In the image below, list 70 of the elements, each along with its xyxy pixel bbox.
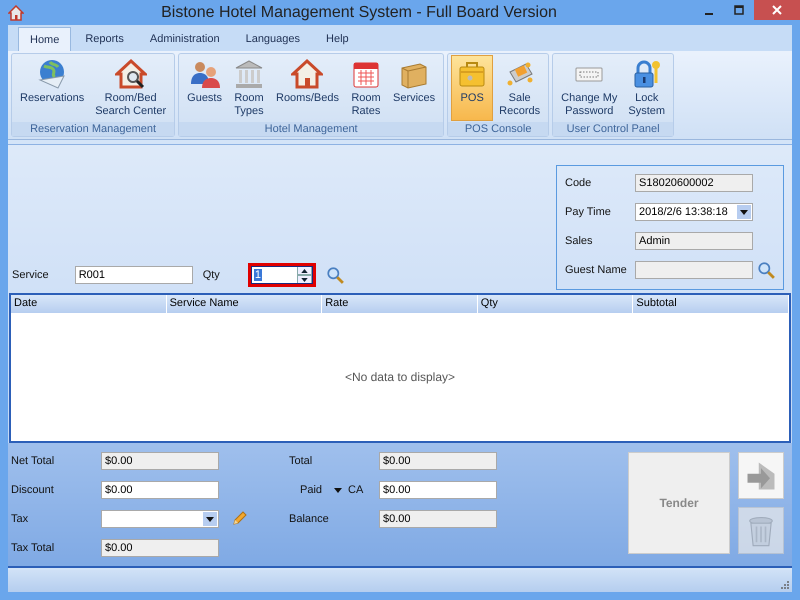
readonly-field: $0.00 [379, 510, 497, 528]
payment-method-dropdown[interactable]: Paid CA [289, 484, 379, 496]
dropdown-arrow-icon [334, 488, 342, 492]
menu-tab[interactable]: Languages [234, 27, 312, 51]
readonly-field: $0.00 [379, 452, 497, 470]
pencil-icon[interactable] [231, 511, 247, 527]
tax-dropdown[interactable] [101, 510, 219, 528]
field-label: Balance [289, 513, 330, 525]
field-label: Sales [565, 235, 594, 247]
column-header[interactable]: Rate [322, 295, 478, 313]
empty-message: <No data to display> [344, 370, 456, 384]
column-header[interactable]: Date [11, 295, 167, 313]
service-field[interactable]: R001 [74, 266, 193, 284]
search-icon[interactable] [757, 261, 775, 279]
menu-tab[interactable]: Help [314, 27, 361, 51]
quantity-spinner[interactable]: 1 [248, 263, 316, 287]
ribbon-button[interactable]: POS [451, 55, 494, 121]
close-button[interactable] [754, 0, 800, 20]
ribbon-button[interactable]: Room Rates [344, 55, 387, 121]
ribbon-group-label: Reservation Management [12, 122, 174, 136]
column-header[interactable]: Service Name [166, 295, 322, 313]
field-label: Discount [11, 484, 55, 496]
dropdown-arrow-icon [206, 516, 214, 522]
ribbon-button[interactable]: Change My Password [556, 55, 622, 121]
field-label: Pay Time [565, 206, 612, 218]
field-label: Guest Name [565, 264, 628, 276]
ribbon-button[interactable]: Reservations [15, 55, 90, 121]
house-icon [291, 58, 324, 90]
down-arrow-icon[interactable] [300, 278, 308, 282]
ribbon-button[interactable]: Lock System [623, 55, 670, 121]
ribbon-button[interactable]: Rooms/Beds [271, 55, 344, 121]
window-title: Bistone Hotel Management System - Full Board Version [160, 4, 558, 22]
dropdown-arrow-icon [740, 210, 748, 214]
house-icon [8, 4, 24, 20]
field-label: Net Total [11, 455, 56, 467]
field-label: Tax Total [11, 542, 56, 554]
readonly-field: $0.00 [101, 539, 219, 557]
minimize-icon [705, 13, 713, 15]
field-label: Total [289, 455, 314, 467]
ribbon-button[interactable]: Room Types [228, 55, 270, 121]
readonly-field: $0.00 [101, 452, 219, 470]
building-icon [233, 58, 265, 90]
ribbon-group-label: Hotel Management [179, 122, 444, 136]
column-header[interactable]: Subtotal [633, 295, 789, 313]
ribbon-button[interactable]: Room/Bed Search Center [90, 55, 172, 121]
close-icon [772, 5, 782, 15]
transfer-button[interactable] [738, 452, 784, 499]
readonly-field: S18020600002 [635, 174, 753, 192]
up-arrow-icon[interactable] [300, 268, 308, 272]
paid-amount-field[interactable]: $0.00 [379, 481, 497, 499]
ribbon-group-label: User Control Panel [553, 122, 674, 136]
column-header[interactable]: Qty [478, 295, 634, 313]
ribbon-group-label: POS Console [448, 122, 548, 136]
maximize-icon [734, 5, 744, 15]
readonly-field: Admin [635, 232, 753, 250]
ribbon-button[interactable]: Guests [182, 55, 227, 121]
discount-field[interactable]: $0.00 [101, 481, 219, 499]
ribbon-button[interactable]: Sale Records [494, 55, 546, 121]
date-time-dropdown[interactable]: 2018/2/6 13:38:18 [635, 203, 753, 221]
search-icon[interactable] [326, 266, 344, 284]
field-label: Tax [11, 513, 30, 525]
field-label: Code [565, 177, 592, 189]
house-search-icon [114, 58, 147, 90]
menu-tab[interactable]: Administration [138, 27, 232, 51]
menu-tab[interactable]: Reports [73, 27, 136, 51]
menu-tab[interactable]: Home [18, 27, 72, 51]
field-label: Qty [202, 269, 220, 281]
field-label: Service [12, 269, 49, 281]
ribbon-button[interactable]: Services [388, 55, 440, 121]
resize-grip-icon[interactable] [780, 580, 790, 590]
